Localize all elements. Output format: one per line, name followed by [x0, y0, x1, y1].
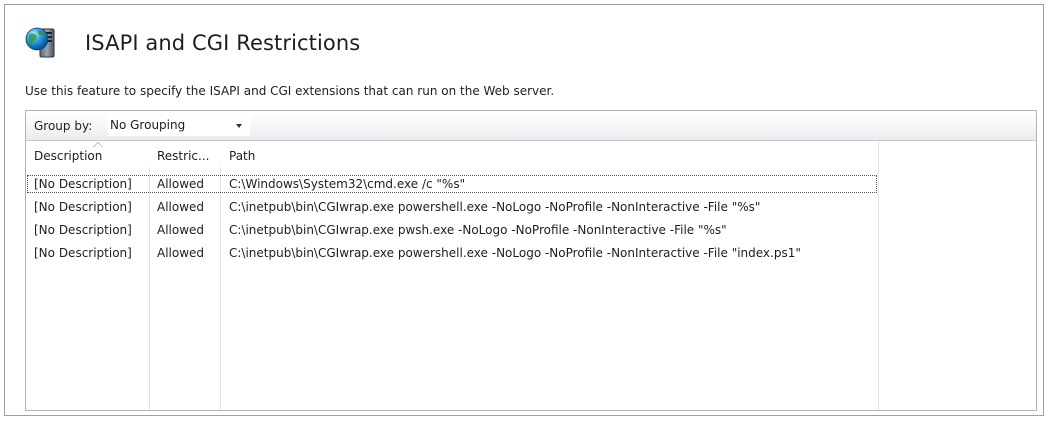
groupby-toolbar: Group by: No Grouping: [26, 111, 1036, 141]
restriction-cell: Allowed: [157, 246, 205, 260]
chevron-down-icon[interactable]: [236, 124, 242, 128]
feature-page: ISAPI and CGI Restrictions Use this feat…: [4, 4, 1044, 416]
path-cell: C:\inetpub\bin\CGIwrap.exe powershell.ex…: [229, 200, 761, 214]
table-header: Description Restric... Path: [26, 141, 878, 167]
globe-server-icon: [23, 23, 63, 63]
description-cell: [No Description]: [34, 177, 132, 191]
path-cell: C:\inetpub\bin\CGIwrap.exe powershell.ex…: [229, 246, 801, 260]
sort-ascending-icon: [93, 142, 103, 147]
table-row[interactable]: [No Description] Allowed C:\Windows\Syst…: [26, 174, 878, 194]
table-row[interactable]: [No Description] Allowed C:\inetpub\bin\…: [26, 243, 878, 263]
column-header-path[interactable]: Path: [229, 149, 255, 163]
path-cell: C:\inetpub\bin\CGIwrap.exe pwsh.exe -NoL…: [229, 223, 727, 237]
table-row[interactable]: [No Description] Allowed C:\inetpub\bin\…: [26, 197, 878, 217]
column-divider[interactable]: [878, 141, 879, 410]
restriction-cell: Allowed: [157, 200, 205, 214]
description-cell: [No Description]: [34, 246, 132, 260]
groupby-label: Group by:: [34, 119, 93, 133]
description-cell: [No Description]: [34, 200, 132, 214]
page-description: Use this feature to specify the ISAPI an…: [25, 84, 555, 98]
groupby-dropdown[interactable]: No Grouping: [108, 114, 250, 136]
restriction-cell: Allowed: [157, 223, 205, 237]
restriction-cell: Allowed: [157, 177, 205, 191]
column-header-restriction[interactable]: Restric...: [157, 149, 209, 163]
column-header-description[interactable]: Description: [34, 149, 102, 163]
page-header: ISAPI and CGI Restrictions: [23, 23, 360, 63]
path-cell: C:\Windows\System32\cmd.exe /c "%s": [229, 177, 466, 191]
description-cell: [No Description]: [34, 223, 132, 237]
table-row[interactable]: [No Description] Allowed C:\inetpub\bin\…: [26, 220, 878, 240]
restrictions-table: Description Restric... Path [No Descript…: [26, 141, 1036, 410]
page-title: ISAPI and CGI Restrictions: [85, 31, 361, 55]
restrictions-list-panel: Group by: No Grouping Description Restri…: [25, 110, 1037, 411]
groupby-value: No Grouping: [110, 118, 186, 132]
